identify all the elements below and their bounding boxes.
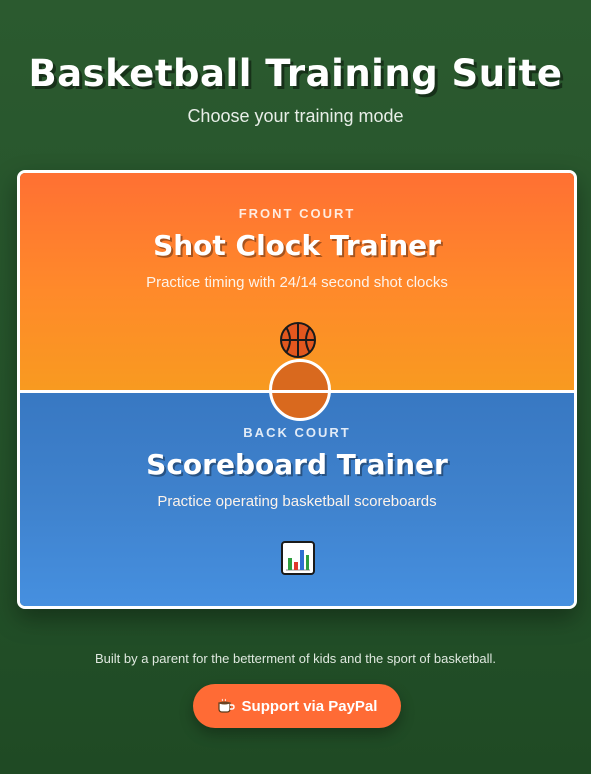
half-court-line bbox=[20, 390, 574, 393]
front-court-label: FRONT COURT bbox=[238, 206, 356, 221]
scoreboard-trainer-description: Practice operating basketball scoreboard… bbox=[157, 493, 437, 510]
court-mode-selector: FRONT COURT Shot Clock Trainer Practice … bbox=[17, 170, 577, 609]
header: Basketball Training Suite Choose your tr… bbox=[0, 52, 591, 127]
bar-chart-icon bbox=[281, 541, 315, 575]
scoreboard-trainer-card[interactable]: BACK COURT Scoreboard Trainer Practice o… bbox=[20, 393, 574, 606]
shot-clock-trainer-description: Practice timing with 24/14 second shot c… bbox=[146, 274, 448, 291]
page-title: Basketball Training Suite bbox=[28, 52, 563, 95]
shot-clock-trainer-title: Shot Clock Trainer bbox=[153, 229, 441, 262]
footer-text: Built by a parent for the betterment of … bbox=[94, 651, 497, 666]
support-paypal-label: Support via PayPal bbox=[241, 697, 378, 715]
back-court-label: BACK COURT bbox=[243, 425, 351, 440]
coffee-icon bbox=[217, 698, 235, 713]
support-paypal-button[interactable]: Support via PayPal bbox=[193, 684, 401, 728]
basketball-icon bbox=[280, 322, 316, 358]
page-subtitle: Choose your training mode bbox=[187, 106, 404, 126]
scoreboard-trainer-title: Scoreboard Trainer bbox=[146, 448, 448, 481]
